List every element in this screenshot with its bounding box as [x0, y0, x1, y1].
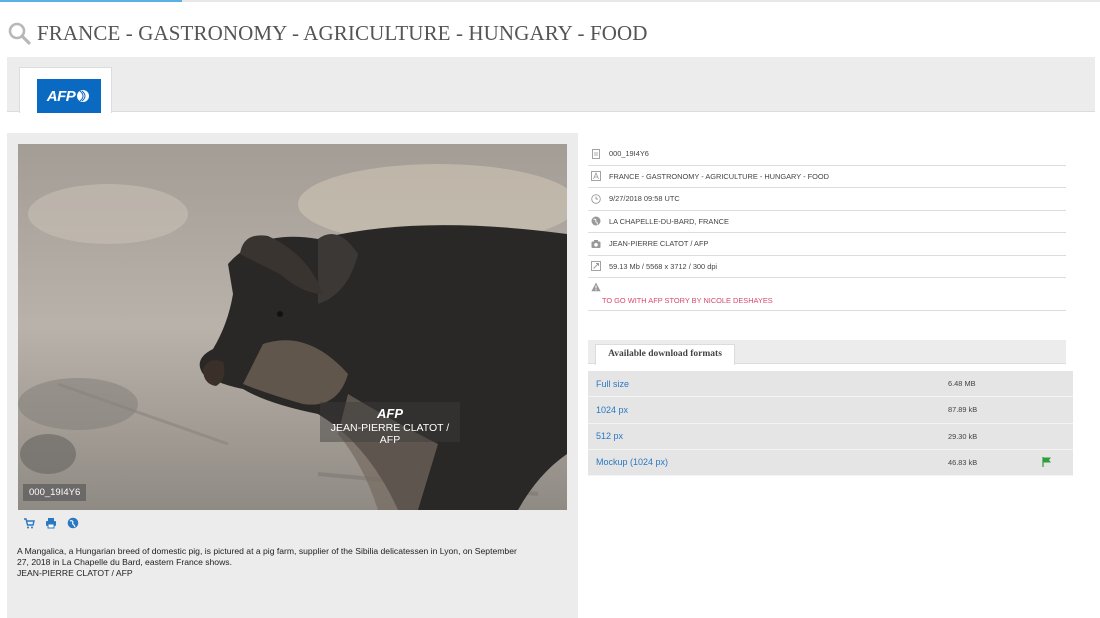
photo-watermark: AFP JEAN-PIERRE CLATOT / AFP — [320, 402, 460, 446]
provider-tabbar: AFP — [7, 57, 1095, 113]
meta-id: 000_19I4Y6 — [609, 149, 649, 159]
download-link[interactable]: Mockup (1024 px) — [588, 457, 948, 467]
download-size: 87.89 kB — [948, 405, 978, 415]
download-size: 6.48 MB — [948, 379, 976, 389]
page-title: FRANCE - GASTRONOMY - AGRICULTURE - HUNG… — [37, 20, 648, 45]
tab-afp[interactable]: AFP — [19, 67, 112, 113]
text-icon — [591, 171, 601, 182]
photo-actions — [23, 517, 79, 529]
resize-icon — [591, 261, 601, 272]
download-size: 29.30 kB — [948, 431, 978, 441]
top-progress-line — [0, 0, 1100, 2]
meta-location-row: LA CHAPELLE-DU-BARD, FRANCE — [588, 211, 1066, 233]
meta-credit-row: JEAN-PIERRE CLATOT / AFP — [588, 233, 1066, 256]
globe-icon[interactable] — [67, 517, 79, 529]
meta-date: 9/27/2018 09:58 UTC — [609, 194, 680, 204]
print-icon[interactable] — [45, 517, 57, 529]
table-row[interactable]: Mockup (1024 px) 46.83 kB — [588, 450, 1073, 476]
globe-icon — [591, 216, 601, 226]
tab-available-download-formats[interactable]: Available download formats — [595, 344, 735, 365]
meta-headline: FRANCE - GASTRONOMY - AGRICULTURE - HUNG… — [609, 171, 829, 181]
caption-line: 27, 2018 in La Chapelle du Bard, eastern… — [17, 557, 232, 567]
watermark-logo: AFP — [377, 406, 403, 421]
table-row[interactable]: Full size 6.48 MB — [588, 371, 1073, 398]
meta-fileinfo-row: 59.13 Mb / 5568 x 3712 / 300 dpi — [588, 256, 1066, 278]
meta-credit: JEAN-PIERRE CLATOT / AFP — [609, 239, 709, 249]
photo-caption: A Mangalica, a Hungarian breed of domest… — [17, 546, 572, 579]
flag-icon[interactable] — [1038, 456, 1058, 468]
caption-line: A Mangalica, a Hungarian breed of domest… — [17, 546, 517, 556]
warning-icon — [591, 282, 601, 292]
afp-logo-text: AFP — [46, 87, 76, 105]
camera-icon — [591, 239, 601, 248]
download-formats-header: Available download formats — [588, 340, 1066, 365]
download-link[interactable]: 1024 px — [588, 405, 948, 415]
table-row[interactable]: 1024 px 87.89 kB — [588, 397, 1073, 424]
table-row[interactable]: 512 px 29.30 kB — [588, 424, 1073, 450]
meta-location: LA CHAPELLE-DU-BARD, FRANCE — [609, 216, 729, 226]
search-icon — [8, 22, 31, 45]
meta-fileinfo: 59.13 Mb / 5568 x 3712 / 300 dpi — [609, 261, 718, 271]
cart-icon[interactable] — [23, 517, 35, 529]
photo-id-badge: 000_19I4Y6 — [23, 484, 87, 501]
download-link[interactable]: 512 px — [588, 431, 948, 441]
page-header: FRANCE - GASTRONOMY - AGRICULTURE - HUNG… — [7, 19, 648, 47]
meta-warning-row: TO GO WITH AFP STORY BY NICOLE DESHAYES — [588, 278, 1066, 311]
meta-warning: TO GO WITH AFP STORY BY NICOLE DESHAYES — [602, 296, 773, 305]
meta-id-row: 000_19I4Y6 — [588, 143, 1066, 166]
caption-credit: JEAN-PIERRE CLATOT / AFP — [17, 568, 133, 578]
download-link[interactable]: Full size — [588, 379, 948, 389]
document-icon — [592, 148, 600, 159]
photo-panel: AFP JEAN-PIERRE CLATOT / AFP 000_19I4Y6 … — [7, 133, 578, 618]
afp-logo-mark-icon — [77, 90, 90, 102]
download-formats-table: Full size 6.48 MB 1024 px 87.89 kB 512 p… — [588, 371, 1073, 476]
meta-headline-row: FRANCE - GASTRONOMY - AGRICULTURE - HUNG… — [588, 166, 1066, 188]
clock-icon — [591, 193, 601, 204]
afp-logo: AFP — [37, 79, 101, 113]
photo-preview[interactable]: AFP JEAN-PIERRE CLATOT / AFP 000_19I4Y6 — [18, 144, 567, 510]
pig-photo — [18, 144, 567, 510]
download-size: 46.83 kB — [948, 457, 978, 467]
metadata-list: 000_19I4Y6 FRANCE - GASTRONOMY - AGRICUL… — [588, 143, 1066, 311]
watermark-credit: JEAN-PIERRE CLATOT / AFP — [330, 422, 450, 446]
meta-date-row: 9/27/2018 09:58 UTC — [588, 188, 1066, 211]
